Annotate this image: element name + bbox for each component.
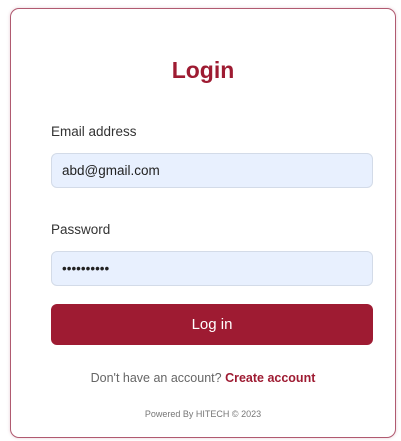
login-button[interactable]: Log in <box>51 304 373 345</box>
login-title: Login <box>171 57 235 83</box>
login-card: Login Email address Password Log in Don'… <box>10 8 396 438</box>
footer-credit: Powered By HITECH © 2023 <box>144 409 262 419</box>
email-input[interactable] <box>51 153 373 188</box>
create-account-link[interactable]: Create account <box>225 371 315 385</box>
email-label: Email address <box>51 124 137 139</box>
password-label: Password <box>51 222 111 237</box>
password-input[interactable] <box>51 251 373 286</box>
signup-prompt: Don't have an account? <box>90 371 226 385</box>
signup-row: Don't have an account? Create account <box>11 371 395 385</box>
